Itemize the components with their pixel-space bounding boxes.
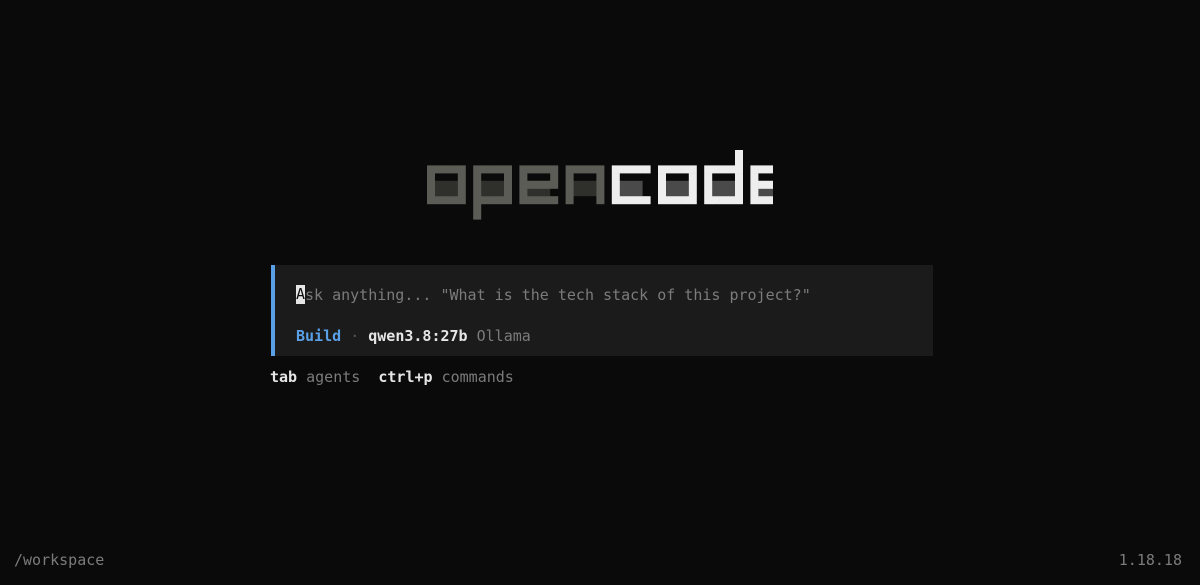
prompt-input[interactable]: Ask anything... "What is the tech stack … <box>296 285 811 305</box>
logo-letter-e <box>519 165 559 205</box>
logo-letter-o <box>658 165 697 205</box>
tab-key-hint: tab <box>270 368 298 386</box>
logo-letter-c <box>611 165 651 205</box>
prompt-box[interactable]: Ask anything... "What is the tech stack … <box>271 265 933 356</box>
logo-letter-p <box>473 165 512 220</box>
opencode-logo-graphic <box>427 150 773 220</box>
model-provider: Ollama <box>476 327 531 345</box>
app-version: 1.18.18 <box>1118 551 1182 569</box>
text-cursor: A <box>296 285 306 304</box>
ctrl-p-key-desc: commands <box>441 368 514 386</box>
tab-key-desc: agents <box>306 368 361 386</box>
ctrl-p-key-hint: ctrl+p <box>378 368 433 386</box>
logo-letter-o <box>427 165 466 205</box>
prompt-meta: Build · qwen3.8:27b Ollama <box>296 326 531 346</box>
opencode-logo <box>0 150 1200 230</box>
meta-separator: · <box>350 327 360 345</box>
logo-letter-d <box>704 150 743 205</box>
agent-mode-label[interactable]: Build <box>296 327 341 345</box>
prompt-placeholder: sk anything... "What is the tech stack o… <box>305 286 811 304</box>
app-root: Ask anything... "What is the tech stack … <box>0 0 1200 585</box>
model-name[interactable]: qwen3.8:27b <box>368 327 467 345</box>
logo-letter-n <box>565 165 605 205</box>
keyboard-hints: tab agents ctrl+p commands <box>270 367 514 387</box>
workspace-path: /workspace <box>14 551 105 569</box>
logo-letter-e <box>750 165 773 205</box>
